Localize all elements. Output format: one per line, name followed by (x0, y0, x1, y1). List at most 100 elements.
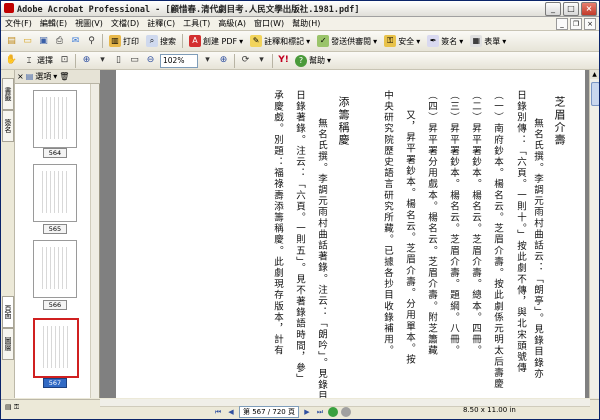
attach-icon[interactable]: ⚲ (85, 35, 98, 48)
menu-bar: 文件(F) 編輯(E) 視圖(V) 文檔(D) 註釋(C) 工具(T) 高級(A… (1, 17, 599, 31)
page-thumbnail-selected[interactable] (33, 318, 79, 378)
go-forward-icon[interactable] (340, 407, 351, 417)
minimize-button[interactable]: _ (545, 2, 561, 16)
scroll-thumb[interactable] (591, 82, 599, 106)
options-menu-label[interactable]: 選項 (35, 71, 51, 82)
comment-label: 註釋和標記 (264, 36, 305, 46)
sign-button[interactable]: ✒ 簽名 ▾ (425, 34, 465, 48)
email-icon[interactable]: ✉ (69, 35, 82, 48)
chevron-down-icon[interactable]: ▾ (201, 54, 214, 67)
chevron-down-icon: ▾ (327, 56, 332, 65)
forms-button[interactable]: ▦ 表單 ▾ (468, 34, 508, 48)
page-number-field[interactable]: 第 567 / 720 頁 (239, 406, 299, 418)
doc-minimize-button[interactable]: _ (556, 18, 568, 30)
zoom-level-input[interactable]: 102% (160, 53, 198, 68)
help-label: 幫助 (309, 56, 325, 65)
vertical-scrollbar[interactable]: ▲ (589, 70, 599, 398)
thumbnail-scrollbar[interactable] (90, 84, 99, 398)
menu-document[interactable]: 文檔(D) (107, 18, 143, 29)
zoom-out-icon[interactable]: ⊖ (144, 54, 157, 67)
create-pdf-button[interactable]: A 創建 PDF ▾ (187, 34, 245, 48)
fit-width-icon[interactable]: ▭ (128, 54, 141, 67)
rotate-icon[interactable]: ⟳ (239, 54, 252, 67)
tab-layers[interactable]: 圖層 (2, 328, 14, 360)
help-button[interactable]: ? 幫助 ▾ (293, 54, 333, 68)
previous-page-icon[interactable]: ◀ (226, 407, 236, 417)
menu-help[interactable]: 幫助(H) (288, 18, 324, 29)
page-thumbnail[interactable] (33, 240, 77, 298)
last-page-icon[interactable]: ⏭ (315, 407, 325, 417)
menu-window[interactable]: 窗口(W) (250, 18, 288, 29)
create-pdf-icon: A (189, 35, 201, 47)
dimensions-icon[interactable]: ▤ (5, 403, 12, 411)
next-page-icon[interactable]: ▶ (302, 407, 312, 417)
menu-advanced[interactable]: 高級(A) (214, 18, 250, 29)
thumbnail-content (43, 326, 69, 368)
select-tool-button[interactable]: ⌶ 選擇 (21, 54, 55, 68)
search-icon: ⌕ (146, 35, 158, 47)
pages-panel: × ▤ 選項 ▾ 🗑 564 565 566 567 (15, 70, 101, 398)
close-button[interactable]: × (581, 2, 597, 16)
chevron-down-icon[interactable]: ▾ (53, 72, 57, 81)
close-icon[interactable]: × (17, 72, 24, 81)
send-review-button[interactable]: ✓ 發送供審閱 ▾ (315, 34, 379, 48)
print-icon[interactable]: ⎙ (53, 35, 66, 48)
first-page-icon[interactable]: ⏮ (213, 407, 223, 417)
menu-view[interactable]: 視圖(V) (71, 18, 107, 29)
tab-bookmarks[interactable]: 書籤 (2, 78, 14, 110)
tab-pages[interactable]: 頁面 (2, 296, 14, 328)
page-thumbnail[interactable] (33, 164, 77, 222)
menu-file[interactable]: 文件(F) (1, 18, 36, 29)
menu-comments[interactable]: 註釋(C) (143, 18, 179, 29)
doc-close-button[interactable]: × (584, 18, 596, 30)
print-label: 打印 (123, 36, 139, 46)
menu-edit[interactable]: 編輯(E) (36, 18, 71, 29)
page-dimensions: 8.50 x 11.00 in (463, 406, 516, 414)
pen-icon: ✒ (427, 35, 440, 47)
go-back-icon[interactable] (327, 407, 338, 417)
search-label: 搜索 (160, 36, 176, 46)
single-page-icon[interactable]: ▯ (112, 54, 125, 67)
zoom-icon[interactable]: ⊕ (80, 54, 93, 67)
title-bar: Adobe Acrobat Professional - [顧惜春.清代劇目考.… (1, 1, 599, 17)
print-button[interactable]: ▥ 打印 (107, 34, 141, 48)
chevron-down-icon: ▾ (239, 36, 244, 46)
page-thumbnail[interactable] (33, 90, 77, 148)
new-file-icon[interactable]: ▤ (5, 35, 18, 48)
chevron-down-icon[interactable]: ▾ (255, 54, 268, 67)
thumbnail-list: 564 565 566 567 (15, 84, 91, 398)
save-icon[interactable]: ▣ (37, 35, 50, 48)
cursor-icon: ⌶ (26, 55, 32, 65)
thumbnail-content (42, 247, 68, 289)
chevron-down-icon: ▾ (373, 36, 378, 46)
menu-tools[interactable]: 工具(T) (179, 18, 214, 29)
thumbnail-label: 566 (43, 300, 67, 310)
toolbar-separator (234, 53, 235, 68)
snapshot-icon[interactable]: ⊡ (58, 54, 71, 67)
yahoo-icon[interactable]: Y! (277, 54, 290, 67)
window-title: Adobe Acrobat Professional - [顧惜春.清代劇目考.… (17, 5, 360, 15)
pages-panel-header: × ▤ 選項 ▾ 🗑 (15, 70, 101, 84)
secure-button[interactable]: ⚿ 安全 ▾ (382, 34, 422, 48)
sign-label: 簽名 (441, 36, 458, 46)
thumbnail-label: 567 (43, 378, 67, 388)
text-column: 又，昇平署鈔本。楊名云。芝眉介壽。分用單本。按 (404, 110, 415, 366)
help-icon: ? (295, 54, 307, 67)
page-navigation: ⏮ ◀ 第 567 / 720 頁 ▶ ⏭ (213, 406, 351, 418)
trash-icon[interactable]: 🗑 (59, 72, 69, 81)
chevron-down-icon: ▾ (459, 36, 464, 46)
doc-restore-button[interactable]: ❐ (570, 18, 582, 30)
scroll-up-icon[interactable]: ▲ (590, 70, 599, 79)
text-column: （四）昇平署分用戲本。楊名云。芝眉介壽。附芝簫藏 (426, 90, 437, 357)
document-area: 芝眉介壽 無名氏撰。李調元雨村曲話云：「朗亭」。見錄目錄亦 日錄別傳：「六頁。一… (100, 70, 589, 398)
toolbar-separator (272, 53, 273, 68)
open-folder-icon[interactable]: ▭ (21, 35, 34, 48)
search-button[interactable]: ⌕ 搜索 (144, 34, 178, 48)
lock-status-icon: ⚿ (13, 403, 20, 411)
maximize-button[interactable]: □ (563, 2, 579, 16)
comment-markup-button[interactable]: ✎ 註釋和標記 ▾ (248, 34, 312, 48)
hand-tool-icon[interactable]: ✋ (5, 54, 18, 67)
chevron-down-icon[interactable]: ▾ (96, 54, 109, 67)
zoom-in-icon[interactable]: ⊕ (217, 54, 230, 67)
tab-signatures[interactable]: 簽名 (2, 110, 14, 142)
